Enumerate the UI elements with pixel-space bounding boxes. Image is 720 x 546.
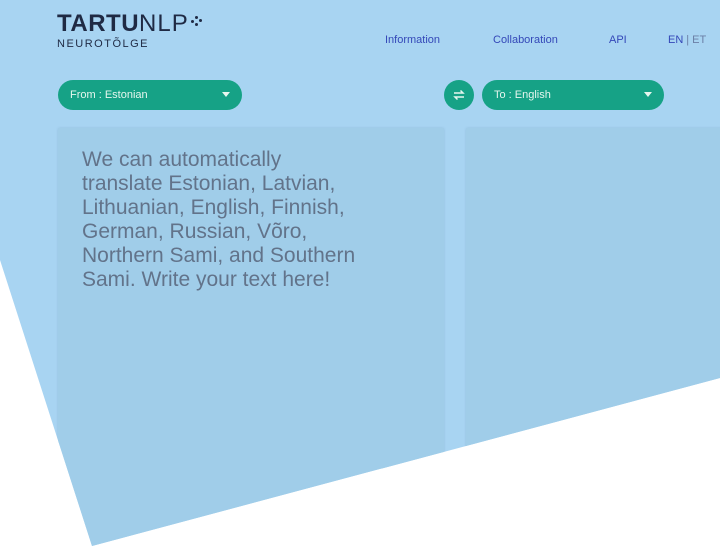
nav-link-collaboration[interactable]: Collaboration (493, 34, 558, 46)
app-window: TARTU NLP NEUROTÕLGE Information Collabor… (0, 0, 720, 546)
nav-link-information[interactable]: Information (385, 34, 440, 46)
logo-dots-icon (190, 14, 203, 26)
language-switcher: EN | ET (668, 34, 706, 46)
logo-wordmark: TARTU NLP (57, 12, 203, 36)
page-stage: TARTU NLP NEUROTÕLGE Information Collabor… (0, 0, 720, 546)
source-text-panel[interactable]: We can automatically translate Estonian,… (58, 128, 444, 546)
logo[interactable]: TARTU NLP NEUROTÕLGE (57, 12, 203, 50)
target-language-label: To : English (494, 89, 551, 101)
swap-languages-button[interactable] (444, 80, 474, 110)
logo-brand-bold: TARTU (57, 10, 140, 37)
source-text-input[interactable]: We can automatically translate Estonian,… (82, 148, 432, 292)
source-language-label: From : Estonian (70, 89, 148, 101)
language-separator: | (686, 34, 690, 46)
logo-brand-light: NLP (139, 10, 189, 37)
target-language-select[interactable]: To : English (482, 80, 664, 110)
swap-arrows-icon (453, 89, 465, 101)
source-language-select[interactable]: From : Estonian (58, 80, 242, 110)
nav-link-api[interactable]: API (609, 34, 627, 46)
chevron-down-icon (222, 92, 230, 97)
language-et[interactable]: ET (692, 34, 706, 46)
chevron-down-icon (644, 92, 652, 97)
target-text-panel (466, 128, 720, 546)
header: TARTU NLP NEUROTÕLGE Information Collabor… (0, 0, 720, 66)
language-en[interactable]: EN (668, 34, 683, 46)
logo-subtitle: NEUROTÕLGE (57, 38, 150, 50)
